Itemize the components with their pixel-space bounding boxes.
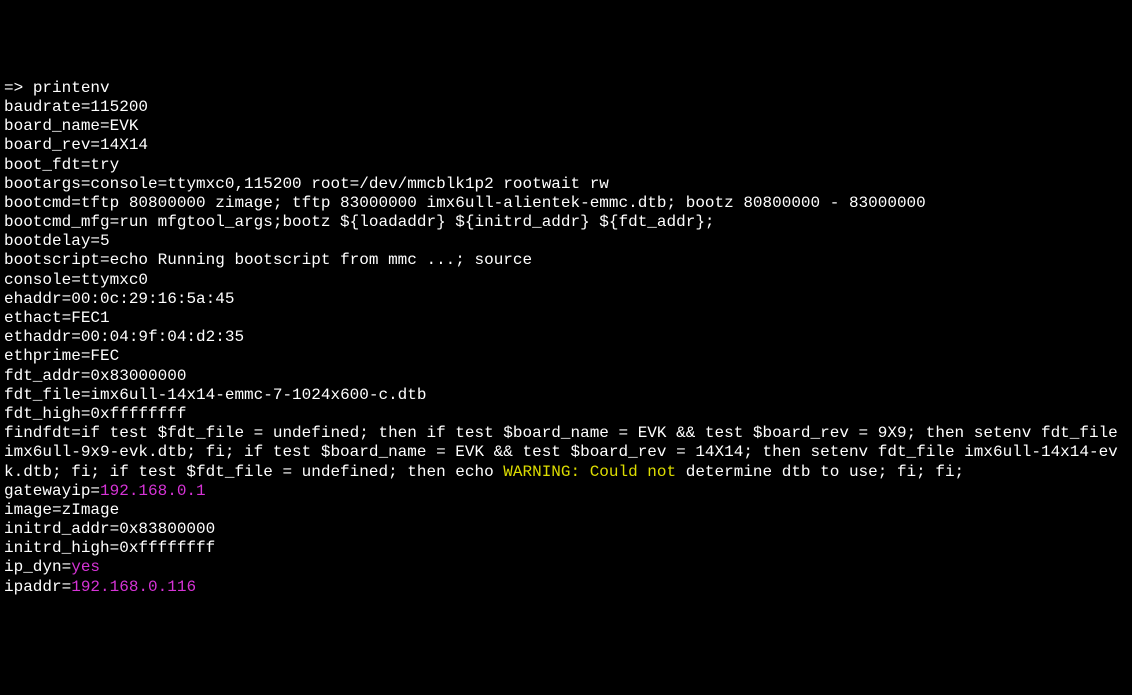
command-text: printenv	[33, 79, 110, 97]
env-line: bootscript=echo Running bootscript from …	[4, 251, 1128, 270]
env-line: ethact=FEC1	[4, 309, 1128, 328]
prompt: =>	[4, 79, 33, 97]
env-line: bootdelay=5	[4, 232, 1128, 251]
env-line: bootcmd_mfg=run mfgtool_args;bootz ${loa…	[4, 213, 1128, 232]
env-line: fdt_addr=0x83000000	[4, 367, 1128, 386]
terminal-output[interactable]: => printenvbaudrate=115200board_name=EVK…	[4, 79, 1128, 597]
env-line: ehaddr=00:0c:29:16:5a:45	[4, 290, 1128, 309]
env-line: gatewayip=192.168.0.1	[4, 482, 1128, 501]
env-line: image=zImage	[4, 501, 1128, 520]
env-line: ipaddr=192.168.0.116	[4, 578, 1128, 597]
env-line: bootargs=console=ttymxc0,115200 root=/de…	[4, 175, 1128, 194]
env-line: fdt_file=imx6ull-14x14-emmc-7-1024x600-c…	[4, 386, 1128, 405]
ip-address: 192.168.0.1	[100, 482, 206, 500]
env-line: ip_dyn=yes	[4, 558, 1128, 577]
command-line: => printenv	[4, 79, 1128, 98]
env-line: initrd_high=0xffffffff	[4, 539, 1128, 558]
ip-address: 192.168.0.116	[71, 578, 196, 596]
env-line: bootcmd=tftp 80800000 zimage; tftp 83000…	[4, 194, 1128, 213]
env-line: board_name=EVK	[4, 117, 1128, 136]
env-line: fdt_high=0xffffffff	[4, 405, 1128, 424]
env-line: ethprime=FEC	[4, 347, 1128, 366]
env-line: console=ttymxc0	[4, 271, 1128, 290]
warning-text: Could not	[580, 463, 676, 481]
env-line: initrd_addr=0x83800000	[4, 520, 1128, 539]
env-line: boot_fdt=try	[4, 156, 1128, 175]
warning-text: WARNING:	[503, 463, 580, 481]
env-line: board_rev=14X14	[4, 136, 1128, 155]
env-line: findfdt=if test $fdt_file = undefined; t…	[4, 424, 1128, 482]
env-line: baudrate=115200	[4, 98, 1128, 117]
env-line: ethaddr=00:04:9f:04:d2:35	[4, 328, 1128, 347]
yes-value: yes	[71, 558, 100, 576]
